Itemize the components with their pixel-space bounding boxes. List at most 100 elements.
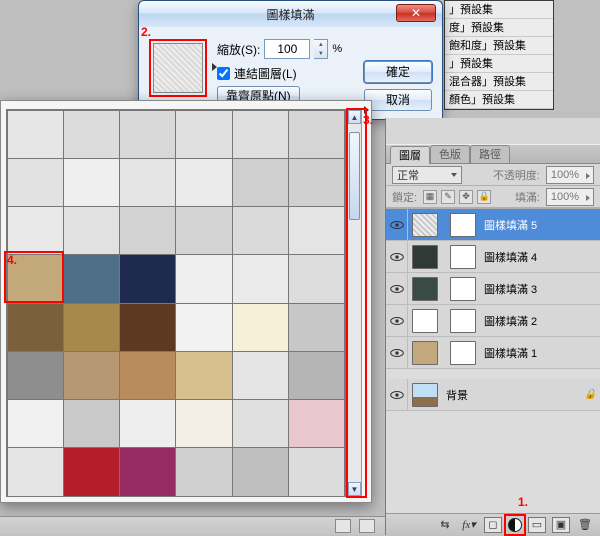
pattern-swatch[interactable] [119, 399, 176, 448]
preset-item[interactable]: 」預設集 [445, 1, 553, 19]
pattern-swatch[interactable] [288, 158, 345, 207]
pattern-swatch[interactable] [175, 110, 232, 159]
trash-icon[interactable]: 🗑 [576, 517, 594, 533]
scale-input[interactable] [264, 39, 310, 59]
scroll-down-icon[interactable]: ▼ [348, 482, 361, 496]
pattern-swatch[interactable] [232, 110, 289, 159]
fx-icon[interactable]: fx▾ [460, 517, 478, 533]
pattern-preview[interactable] [153, 43, 203, 93]
pattern-swatch[interactable] [232, 303, 289, 352]
pattern-swatch[interactable] [119, 303, 176, 352]
visibility-eye-icon[interactable] [386, 241, 408, 273]
pattern-swatch[interactable] [119, 447, 176, 496]
lock-position-icon[interactable]: ✥ [459, 190, 473, 204]
visibility-eye-icon[interactable] [386, 273, 408, 305]
lock-transparent-icon[interactable]: ▦ [423, 190, 437, 204]
layer-thumbnail[interactable] [412, 309, 438, 333]
pattern-swatch[interactable] [63, 206, 120, 255]
footer-chip-icon[interactable] [359, 519, 375, 533]
pattern-swatch[interactable] [119, 254, 176, 303]
layer-mask-thumbnail[interactable] [450, 213, 476, 237]
pattern-swatch[interactable] [119, 206, 176, 255]
tab-layers[interactable]: 圖層 [390, 146, 430, 164]
cancel-button[interactable]: 取消 [364, 89, 432, 111]
layer-name[interactable]: 背景 [442, 387, 580, 403]
layer-mask-thumbnail[interactable] [450, 245, 476, 269]
layer-mask-thumbnail[interactable] [450, 309, 476, 333]
pattern-swatch[interactable] [63, 158, 120, 207]
pattern-swatch[interactable] [63, 399, 120, 448]
pattern-swatch[interactable] [7, 447, 64, 496]
preset-item[interactable]: 飽和度」預設集 [445, 37, 553, 55]
pattern-swatch[interactable] [7, 110, 64, 159]
new-layer-icon[interactable]: ▣ [552, 517, 570, 533]
pattern-swatch[interactable] [63, 447, 120, 496]
pattern-swatch[interactable] [63, 254, 120, 303]
picker-scrollbar[interactable]: ▲ ▼ [347, 109, 362, 497]
pattern-swatch[interactable] [175, 206, 232, 255]
pattern-swatch[interactable] [288, 303, 345, 352]
layer-mask-thumbnail[interactable] [450, 341, 476, 365]
layer-row[interactable]: 圖樣填滿 4 [386, 241, 600, 273]
pattern-swatch[interactable] [288, 254, 345, 303]
opacity-input[interactable]: 100% [546, 166, 594, 184]
preset-item[interactable]: 度」預設集 [445, 19, 553, 37]
visibility-eye-icon[interactable] [386, 337, 408, 369]
dialog-titlebar[interactable]: 圖樣填滿 ✕ [139, 1, 442, 27]
layer-thumbnail[interactable] [412, 341, 438, 365]
fill-input[interactable]: 100% [546, 188, 594, 206]
pattern-picker-arrow-icon[interactable] [212, 63, 217, 71]
layer-row[interactable]: 圖樣填滿 2 [386, 305, 600, 337]
pattern-swatch[interactable] [232, 254, 289, 303]
visibility-eye-icon[interactable] [386, 305, 408, 337]
tab-paths[interactable]: 路徑 [470, 145, 510, 163]
layer-thumbnail[interactable] [412, 383, 438, 407]
scroll-up-icon[interactable]: ▲ [348, 110, 361, 124]
pattern-swatch[interactable] [232, 158, 289, 207]
mask-icon[interactable]: ◻ [484, 517, 502, 533]
pattern-swatch[interactable] [232, 206, 289, 255]
pattern-swatch[interactable] [63, 110, 120, 159]
layer-mask-thumbnail[interactable] [450, 277, 476, 301]
layer-row[interactable]: 圖樣填滿 5 [386, 209, 600, 241]
pattern-swatch[interactable] [175, 254, 232, 303]
pattern-swatch[interactable] [63, 351, 120, 400]
pattern-swatch[interactable] [7, 399, 64, 448]
link-layers-input[interactable] [217, 67, 230, 80]
lock-pixels-icon[interactable]: ✎ [441, 190, 455, 204]
group-icon[interactable]: ▭ [528, 517, 546, 533]
layer-thumbnail[interactable] [412, 245, 438, 269]
scale-spinner[interactable]: ▲▼ [314, 39, 328, 59]
pattern-swatch[interactable] [119, 158, 176, 207]
blend-mode-select[interactable]: 正常 [392, 166, 462, 184]
pattern-swatch[interactable] [7, 158, 64, 207]
link-layers-icon[interactable]: ⇆ [436, 517, 454, 533]
pattern-swatch[interactable] [288, 351, 345, 400]
preset-item[interactable]: 顏色」預設集 [445, 91, 553, 109]
layer-name[interactable]: 圖樣填滿 3 [480, 281, 596, 297]
pattern-swatch[interactable] [232, 351, 289, 400]
layer-name[interactable]: 圖樣填滿 1 [480, 345, 596, 361]
adjustment-layer-icon[interactable] [508, 518, 522, 532]
layer-name[interactable]: 圖樣填滿 2 [480, 313, 596, 329]
pattern-swatch[interactable] [175, 158, 232, 207]
footer-chip-icon[interactable] [335, 519, 351, 533]
lock-all-icon[interactable]: 🔒 [477, 190, 491, 204]
close-button[interactable]: ✕ [396, 4, 436, 22]
tab-channels[interactable]: 色版 [430, 145, 470, 163]
layer-row[interactable]: 圖樣填滿 3 [386, 273, 600, 305]
pattern-swatch[interactable] [119, 351, 176, 400]
pattern-swatch[interactable] [288, 206, 345, 255]
pattern-swatch[interactable] [175, 303, 232, 352]
pattern-swatch[interactable] [232, 399, 289, 448]
visibility-eye-icon[interactable] [386, 379, 408, 411]
pattern-swatch[interactable] [7, 206, 64, 255]
scroll-thumb[interactable] [349, 132, 360, 220]
visibility-eye-icon[interactable] [386, 209, 408, 241]
pattern-swatch[interactable] [7, 351, 64, 400]
pattern-swatch[interactable] [175, 447, 232, 496]
pattern-swatch[interactable] [288, 110, 345, 159]
layer-row[interactable]: 圖樣填滿 1 [386, 337, 600, 369]
pattern-swatch[interactable] [288, 447, 345, 496]
preset-item[interactable]: 混合器」預設集 [445, 73, 553, 91]
